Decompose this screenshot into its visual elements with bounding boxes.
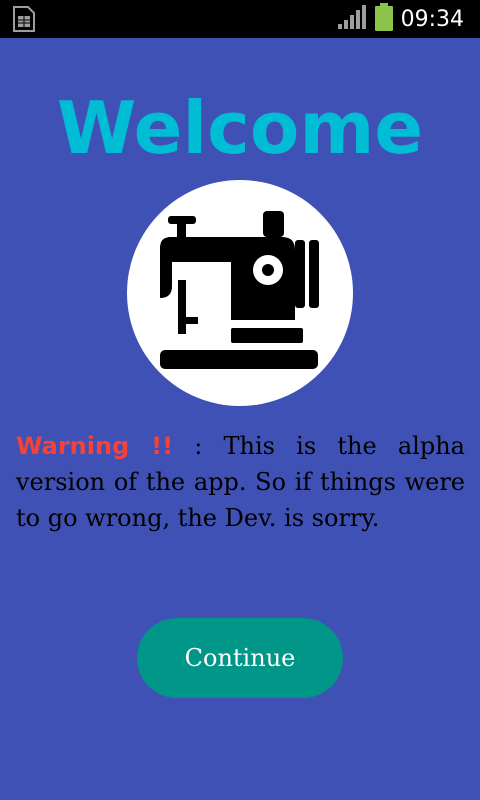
logo-badge — [127, 180, 353, 406]
page-title: Welcome — [56, 86, 424, 170]
warning-message: Warning !! : This is the alpha version o… — [16, 428, 465, 536]
sewing-machine-icon — [160, 211, 319, 369]
status-bar: 09:34 — [0, 0, 480, 38]
battery-charging-icon — [374, 3, 393, 35]
sim-card-icon — [12, 5, 36, 33]
status-right-group: 09:34 — [337, 3, 464, 35]
welcome-screen: Welcome Warning !! : This is the alpha v… — [0, 38, 480, 800]
warning-label: Warning !! — [16, 432, 174, 460]
signal-bars-icon — [337, 4, 367, 34]
continue-button[interactable]: Continue — [137, 618, 343, 698]
status-clock: 09:34 — [400, 6, 464, 32]
